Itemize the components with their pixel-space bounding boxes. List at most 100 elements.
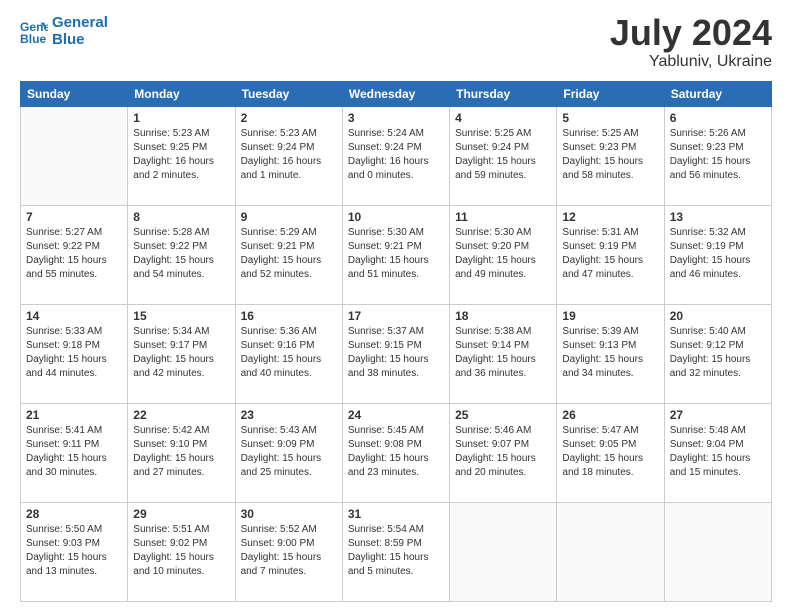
day-number: 20 <box>670 309 766 323</box>
calendar-cell: 20 Sunrise: 5:40 AM Sunset: 9:12 PM Dayli… <box>664 305 771 404</box>
calendar-cell: 21 Sunrise: 5:41 AM Sunset: 9:11 PM Dayli… <box>21 404 128 503</box>
calendar-cell: 4Sunrise: 5:25 AM Sunset: 9:24 PM Daylig… <box>450 107 557 206</box>
title-block: July 2024 Yabluniv, Ukraine <box>610 15 772 71</box>
calendar-cell: 5Sunrise: 5:25 AM Sunset: 9:23 PM Daylig… <box>557 107 664 206</box>
day-number: 8 <box>133 210 229 224</box>
day-info: Sunrise: 5:39 AM Sunset: 9:13 PM Dayligh… <box>562 325 658 381</box>
logo-line1: General <box>52 14 108 31</box>
day-info: Sunrise: 5:34 AM Sunset: 9:17 PM Dayligh… <box>133 325 229 381</box>
day-number: 7 <box>26 210 122 224</box>
calendar-cell: 6Sunrise: 5:26 AM Sunset: 9:23 PM Daylig… <box>664 107 771 206</box>
day-number: 25 <box>455 408 551 422</box>
calendar-cell: 28Sunrise: 5:50 AM Sunset: 9:03 PM Dayli… <box>21 503 128 602</box>
day-info: Sunrise: 5:31 AM Sunset: 9:19 PM Dayligh… <box>562 226 658 282</box>
day-number: 18 <box>455 309 551 323</box>
calendar-cell <box>21 107 128 206</box>
day-info: Sunrise: 5:43 AM Sunset: 9:09 PM Dayligh… <box>241 424 337 480</box>
title-month: July 2024 <box>610 15 772 51</box>
header-wednesday: Wednesday <box>342 82 449 107</box>
day-info: Sunrise: 5:51 AM Sunset: 9:02 PM Dayligh… <box>133 523 229 579</box>
weekday-header-row: Sunday Monday Tuesday Wednesday Thursday… <box>21 82 772 107</box>
day-info: Sunrise: 5:36 AM Sunset: 9:16 PM Dayligh… <box>241 325 337 381</box>
day-number: 13 <box>670 210 766 224</box>
title-location: Yabluniv, Ukraine <box>610 53 772 71</box>
day-info: Sunrise: 5:26 AM Sunset: 9:23 PM Dayligh… <box>670 127 766 183</box>
calendar-cell: 31Sunrise: 5:54 AM Sunset: 8:59 PM Dayli… <box>342 503 449 602</box>
page: General Blue General Blue July 2024 Yabl… <box>0 0 792 612</box>
calendar-week-3: 14Sunrise: 5:33 AM Sunset: 9:18 PM Dayli… <box>21 305 772 404</box>
day-info: Sunrise: 5:37 AM Sunset: 9:15 PM Dayligh… <box>348 325 444 381</box>
day-info: Sunrise: 5:24 AM Sunset: 9:24 PM Dayligh… <box>348 127 444 183</box>
calendar-cell: 22Sunrise: 5:42 AM Sunset: 9:10 PM Dayli… <box>128 404 235 503</box>
day-number: 10 <box>348 210 444 224</box>
calendar-week-5: 28Sunrise: 5:50 AM Sunset: 9:03 PM Dayli… <box>21 503 772 602</box>
day-number: 28 <box>26 507 122 521</box>
day-info: Sunrise: 5:47 AM Sunset: 9:05 PM Dayligh… <box>562 424 658 480</box>
calendar-cell: 14Sunrise: 5:33 AM Sunset: 9:18 PM Dayli… <box>21 305 128 404</box>
day-number: 24 <box>348 408 444 422</box>
calendar-cell: 29 Sunrise: 5:51 AM Sunset: 9:02 PM Dayli… <box>128 503 235 602</box>
calendar-body: 1 Sunrise: 5:23 AM Sunset: 9:25 PM Daylig… <box>21 107 772 602</box>
day-info: Sunrise: 5:54 AM Sunset: 8:59 PM Dayligh… <box>348 523 444 579</box>
calendar-header: Sunday Monday Tuesday Wednesday Thursday… <box>21 82 772 107</box>
calendar-cell: 16 Sunrise: 5:36 AM Sunset: 9:16 PM Dayli… <box>235 305 342 404</box>
logo-icon: General Blue <box>20 18 48 46</box>
day-number: 29 <box>133 507 229 521</box>
calendar-cell: 7Sunrise: 5:27 AM Sunset: 9:22 PM Daylig… <box>21 206 128 305</box>
day-info: Sunrise: 5:40 AM Sunset: 9:12 PM Dayligh… <box>670 325 766 381</box>
day-info: Sunrise: 5:23 AM Sunset: 9:25 PM Dayligh… <box>133 127 229 183</box>
day-number: 21 <box>26 408 122 422</box>
day-info: Sunrise: 5:45 AM Sunset: 9:08 PM Dayligh… <box>348 424 444 480</box>
day-number: 23 <box>241 408 337 422</box>
calendar-cell <box>664 503 771 602</box>
header-saturday: Saturday <box>664 82 771 107</box>
day-number: 22 <box>133 408 229 422</box>
logo-text: General Blue <box>52 15 108 48</box>
calendar-cell <box>450 503 557 602</box>
header-tuesday: Tuesday <box>235 82 342 107</box>
day-number: 12 <box>562 210 658 224</box>
calendar-cell: 8 Sunrise: 5:28 AM Sunset: 9:22 PM Daylig… <box>128 206 235 305</box>
day-number: 3 <box>348 111 444 125</box>
calendar-cell: 12 Sunrise: 5:31 AM Sunset: 9:19 PM Dayli… <box>557 206 664 305</box>
day-number: 1 <box>133 111 229 125</box>
day-number: 11 <box>455 210 551 224</box>
day-info: Sunrise: 5:32 AM Sunset: 9:19 PM Dayligh… <box>670 226 766 282</box>
day-number: 26 <box>562 408 658 422</box>
calendar-cell: 11Sunrise: 5:30 AM Sunset: 9:20 PM Dayli… <box>450 206 557 305</box>
day-info: Sunrise: 5:29 AM Sunset: 9:21 PM Dayligh… <box>241 226 337 282</box>
logo-line2: Blue <box>52 31 85 48</box>
calendar-cell: 23 Sunrise: 5:43 AM Sunset: 9:09 PM Dayli… <box>235 404 342 503</box>
calendar-cell: 30Sunrise: 5:52 AM Sunset: 9:00 PM Dayli… <box>235 503 342 602</box>
header: General Blue General Blue July 2024 Yabl… <box>20 15 772 71</box>
day-number: 27 <box>670 408 766 422</box>
day-info: Sunrise: 5:52 AM Sunset: 9:00 PM Dayligh… <box>241 523 337 579</box>
day-number: 9 <box>241 210 337 224</box>
calendar-week-1: 1 Sunrise: 5:23 AM Sunset: 9:25 PM Daylig… <box>21 107 772 206</box>
calendar-week-4: 21 Sunrise: 5:41 AM Sunset: 9:11 PM Dayli… <box>21 404 772 503</box>
calendar-cell: 10 Sunrise: 5:30 AM Sunset: 9:21 PM Dayli… <box>342 206 449 305</box>
calendar-cell: 18 Sunrise: 5:38 AM Sunset: 9:14 PM Dayli… <box>450 305 557 404</box>
day-info: Sunrise: 5:28 AM Sunset: 9:22 PM Dayligh… <box>133 226 229 282</box>
calendar-cell: 2Sunrise: 5:23 AM Sunset: 9:24 PM Daylig… <box>235 107 342 206</box>
day-info: Sunrise: 5:38 AM Sunset: 9:14 PM Dayligh… <box>455 325 551 381</box>
day-number: 16 <box>241 309 337 323</box>
logo: General Blue General Blue <box>20 15 108 48</box>
day-number: 2 <box>241 111 337 125</box>
day-info: Sunrise: 5:48 AM Sunset: 9:04 PM Dayligh… <box>670 424 766 480</box>
calendar-cell: 15 Sunrise: 5:34 AM Sunset: 9:17 PM Dayli… <box>128 305 235 404</box>
day-number: 15 <box>133 309 229 323</box>
day-info: Sunrise: 5:30 AM Sunset: 9:21 PM Dayligh… <box>348 226 444 282</box>
calendar-cell: 1 Sunrise: 5:23 AM Sunset: 9:25 PM Daylig… <box>128 107 235 206</box>
calendar-cell: 9 Sunrise: 5:29 AM Sunset: 9:21 PM Daylig… <box>235 206 342 305</box>
calendar-cell: 19 Sunrise: 5:39 AM Sunset: 9:13 PM Dayli… <box>557 305 664 404</box>
day-number: 17 <box>348 309 444 323</box>
calendar-cell: 17 Sunrise: 5:37 AM Sunset: 9:15 PM Dayli… <box>342 305 449 404</box>
day-number: 19 <box>562 309 658 323</box>
day-number: 5 <box>562 111 658 125</box>
day-number: 4 <box>455 111 551 125</box>
day-info: Sunrise: 5:41 AM Sunset: 9:11 PM Dayligh… <box>26 424 122 480</box>
calendar-cell: 27 Sunrise: 5:48 AM Sunset: 9:04 PM Dayli… <box>664 404 771 503</box>
header-thursday: Thursday <box>450 82 557 107</box>
calendar-week-2: 7Sunrise: 5:27 AM Sunset: 9:22 PM Daylig… <box>21 206 772 305</box>
